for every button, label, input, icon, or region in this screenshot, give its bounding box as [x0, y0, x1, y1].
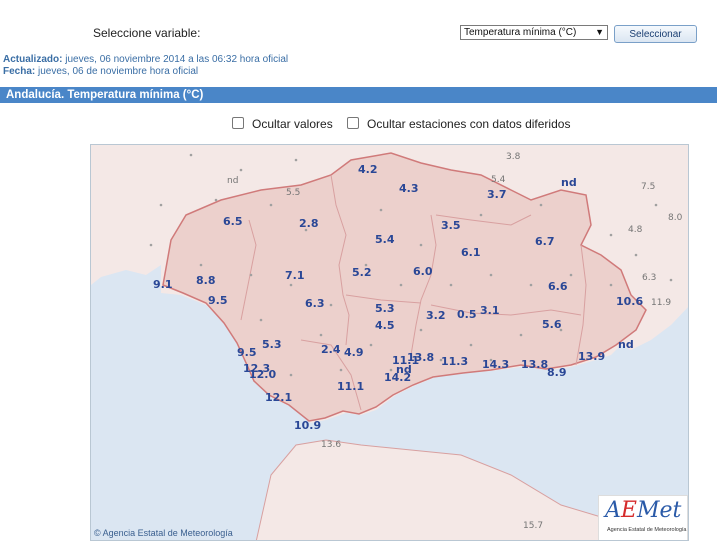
station-value: 6.0	[413, 265, 433, 278]
station-value: 7.1	[285, 269, 305, 282]
station-value: 13.8	[521, 358, 548, 371]
station-value: 2.4	[321, 343, 341, 356]
copyright-icon: ©	[94, 528, 101, 538]
station-value: 10.6	[616, 295, 643, 308]
outside-value: 7.5	[641, 182, 655, 192]
station-value: 5.3	[375, 302, 395, 315]
station-value: 11.3	[441, 355, 468, 368]
station-value: 8.8	[196, 274, 216, 287]
station-value: 10.9	[294, 419, 321, 432]
outside-value: 11.9	[651, 298, 671, 308]
station-value: 5.4	[375, 233, 395, 246]
station-value: nd	[561, 176, 577, 189]
updated-label: Actualizado:	[3, 54, 63, 65]
station-value: 11.1	[337, 380, 364, 393]
outside-value: nd	[227, 176, 238, 186]
select-variable-label: Seleccione variable:	[93, 26, 201, 40]
station-value: 3.7	[487, 188, 507, 201]
map-copyright: © Agencia Estatal de Meteorología	[94, 528, 233, 538]
variable-select-value: Temperatura mínima (°C)	[464, 27, 577, 38]
dropdown-arrow-icon: ▼	[595, 27, 604, 37]
station-value: 6.6	[548, 280, 568, 293]
station-value: 6.5	[223, 215, 243, 228]
outside-value: 5.5	[286, 188, 300, 198]
station-value: 6.3	[305, 297, 325, 310]
hide-deferred-option[interactable]: Ocultar estaciones con datos diferidos	[347, 117, 570, 131]
updated-value: jueves, 06 noviembre 2014 a las 06:32 ho…	[65, 54, 289, 65]
outside-value: 15.7	[523, 521, 543, 531]
logo-subtitle: Agencia Estatal de Meteorología	[607, 527, 687, 533]
outside-value: 4.8	[628, 225, 643, 235]
station-value: 4.5	[375, 319, 395, 332]
outside-value: 5.4	[491, 175, 506, 185]
station-value: 5.3	[262, 338, 282, 351]
copyright-text: Agencia Estatal de Meteorología	[102, 528, 233, 538]
station-value: 4.9	[344, 346, 364, 359]
station-value: 3.1	[480, 304, 500, 317]
map-canvas: nd 3.8 5.5 5.4 7.5 8.0 4.8 6.3 11.9 13.6…	[91, 145, 688, 540]
aemet-logo: AEMet Agencia Estatal de Meteorología	[598, 495, 688, 540]
station-value: 5.6	[542, 318, 562, 331]
hide-values-option[interactable]: Ocultar valores	[232, 117, 333, 131]
outside-value: 13.6	[321, 440, 341, 450]
outside-value: 8.0	[668, 213, 683, 223]
station-value: 3.2	[426, 309, 446, 322]
station-value: nd	[396, 363, 412, 376]
station-value: 2.8	[299, 217, 319, 230]
station-value: 9.5	[208, 294, 228, 307]
hide-deferred-checkbox[interactable]	[347, 117, 359, 129]
hide-values-checkbox[interactable]	[232, 117, 244, 129]
select-button[interactable]: Seleccionar	[614, 25, 697, 43]
station-value: 4.3	[399, 182, 419, 195]
station-value: 4.2	[358, 163, 378, 176]
station-value: 9.1	[153, 278, 173, 291]
station-value: 5.2	[352, 266, 372, 279]
station-value: 14.3	[482, 358, 509, 371]
station-value: 9.5	[237, 346, 257, 359]
updated-line: Actualizado: jueves, 06 noviembre 2014 a…	[3, 54, 288, 65]
station-value: 12.0	[249, 368, 276, 381]
hide-deferred-label: Ocultar estaciones con datos diferidos	[367, 117, 571, 131]
date-label: Fecha:	[3, 66, 36, 77]
variable-select[interactable]: Temperatura mínima (°C) ▼	[460, 25, 608, 40]
date-line: Fecha: jueves, 06 de noviembre hora ofic…	[3, 66, 198, 77]
temperature-map: nd 3.8 5.5 5.4 7.5 8.0 4.8 6.3 11.9 13.6…	[90, 144, 689, 541]
station-value: nd	[618, 338, 634, 351]
map-title: Andalucía. Temperatura mínima (°C)	[0, 87, 717, 103]
station-value: 13.9	[578, 350, 605, 363]
station-value: 3.5	[441, 219, 461, 232]
station-value: 6.7	[535, 235, 555, 248]
station-value: 12.1	[265, 391, 292, 404]
station-value: 0.5	[457, 308, 477, 321]
station-value: 8.9	[547, 366, 567, 379]
outside-value: 3.8	[506, 152, 521, 162]
hide-values-label: Ocultar valores	[252, 117, 333, 131]
station-value: 6.1	[461, 246, 481, 259]
outside-value: 6.3	[642, 273, 656, 283]
date-value: jueves, 06 de noviembre hora oficial	[38, 66, 199, 77]
